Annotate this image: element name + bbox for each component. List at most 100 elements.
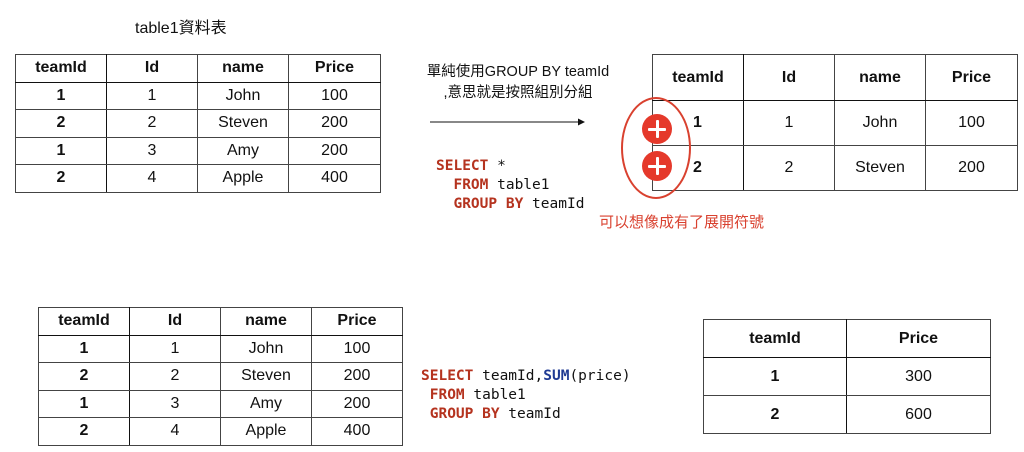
cell-id: 4 xyxy=(129,417,221,446)
code-line-from: FROM table1 xyxy=(436,176,584,195)
cell-teamid: 1 xyxy=(703,357,847,396)
code-line-group-by: GROUP BY teamId xyxy=(421,405,631,424)
sql-keyword: SELECT xyxy=(436,158,489,174)
sql-text: table1 xyxy=(488,177,550,193)
table-row: 1 3 Amy 200 xyxy=(15,136,381,165)
table-row: 1 3 Amy 200 xyxy=(38,389,403,418)
cell-price: 100 xyxy=(288,81,381,110)
cell-id: 2 xyxy=(743,145,835,191)
cell-price: 400 xyxy=(311,417,403,446)
header-id: Id xyxy=(106,54,198,83)
table-header-row: teamId Id name Price xyxy=(652,54,1018,101)
cell-price: 100 xyxy=(311,334,403,363)
cell-id: 3 xyxy=(106,136,198,165)
sql-text: teamId xyxy=(523,196,585,212)
cell-id: 2 xyxy=(106,109,198,138)
table-row: 2 4 Apple 400 xyxy=(15,164,381,193)
cell-teamid: 2 xyxy=(703,395,847,434)
cell-price: 200 xyxy=(311,362,403,391)
cell-teamid: 2 xyxy=(38,417,130,446)
table1-title: table1資料表 xyxy=(135,20,227,37)
note-line-2: ,意思就是按照組別分組 xyxy=(443,85,593,101)
table-row: 2 2 Steven 200 xyxy=(15,109,381,138)
cell-name: Apple xyxy=(220,417,312,446)
cell-price: 200 xyxy=(288,109,381,138)
cell-name: Amy xyxy=(220,389,312,418)
cell-teamid: 2 xyxy=(15,164,107,193)
header-name: name xyxy=(834,54,926,101)
arrow-icon xyxy=(430,118,585,126)
header-name: name xyxy=(197,54,289,83)
code-line-from: FROM table1 xyxy=(421,386,631,405)
cell-price: 200 xyxy=(925,145,1018,191)
header-id: Id xyxy=(743,54,835,101)
cell-price: 300 xyxy=(846,357,991,396)
sql-function: SUM xyxy=(543,368,570,384)
cell-name: Steven xyxy=(197,109,289,138)
table-header-row: teamId Id name Price xyxy=(15,54,381,83)
table-header-row: teamId Id name Price xyxy=(38,307,403,336)
header-price: Price xyxy=(846,319,991,358)
code-line-group-by: GROUP BY teamId xyxy=(436,195,584,214)
table-row: 2 4 Apple 400 xyxy=(38,417,403,446)
cell-teamid: 1 xyxy=(38,334,130,363)
note-line-1: 單純使用GROUP BY teamId xyxy=(426,64,610,80)
sql-text: * xyxy=(488,158,506,174)
sql-query-sum: SELECT teamId,SUM(price) FROM table1 GRO… xyxy=(421,348,631,443)
cell-teamid: 2 xyxy=(15,109,107,138)
header-name: name xyxy=(220,307,312,336)
cell-name: John xyxy=(197,81,289,110)
header-teamid: teamId xyxy=(652,54,744,101)
sql-keyword: GROUP BY xyxy=(429,406,500,422)
sql-keyword: SELECT xyxy=(421,368,474,384)
cell-name: Steven xyxy=(834,145,926,191)
source-table-top: teamId Id name Price 1 1 John 100 2 2 St… xyxy=(15,54,381,193)
cell-id: 2 xyxy=(129,362,221,391)
expand-plus-icon[interactable] xyxy=(642,151,672,181)
table-row: 1 1 John 100 xyxy=(652,100,1018,146)
expand-note: 可以想像成有了展開符號 xyxy=(599,214,765,231)
cell-teamid: 1 xyxy=(38,389,130,418)
header-price: Price xyxy=(311,307,403,336)
sql-keyword: GROUP BY xyxy=(453,196,524,212)
table-row: 2 2 Steven 200 xyxy=(652,145,1018,191)
cell-name: John xyxy=(834,100,926,146)
table-row: 1 300 xyxy=(703,357,991,396)
table-row: 2 600 xyxy=(703,395,991,434)
highlight-ellipse xyxy=(621,97,691,199)
cell-id: 4 xyxy=(106,164,198,193)
grouped-result-table: teamId Id name Price 1 1 John 100 2 2 St… xyxy=(652,54,1018,191)
sum-result-table: teamId Price 1 300 2 600 xyxy=(703,319,991,434)
cell-teamid: 1 xyxy=(15,136,107,165)
cell-teamid: 2 xyxy=(38,362,130,391)
group-by-note: 單純使用GROUP BY teamId ,意思就是按照組別分組 xyxy=(410,62,626,104)
cell-name: John xyxy=(220,334,312,363)
header-price: Price xyxy=(925,54,1018,101)
expand-plus-icon[interactable] xyxy=(642,114,672,144)
sql-text: teamId xyxy=(499,406,561,422)
cell-price: 100 xyxy=(925,100,1018,146)
table-row: 1 1 John 100 xyxy=(38,334,403,363)
table-row: 1 1 John 100 xyxy=(15,81,381,110)
header-id: Id xyxy=(129,307,221,336)
cell-id: 3 xyxy=(129,389,221,418)
header-teamid: teamId xyxy=(38,307,130,336)
sql-text: (price) xyxy=(569,368,631,384)
code-line-select: SELECT * xyxy=(436,157,584,176)
cell-name: Steven xyxy=(220,362,312,391)
cell-name: Apple xyxy=(197,164,289,193)
header-price: Price xyxy=(288,54,381,83)
cell-price: 400 xyxy=(288,164,381,193)
header-teamid: teamId xyxy=(15,54,107,83)
sql-text: teamId, xyxy=(473,368,544,384)
table-header-row: teamId Price xyxy=(703,319,991,358)
sql-text: table1 xyxy=(464,387,526,403)
code-line-select: SELECT teamId,SUM(price) xyxy=(421,367,631,386)
table-row: 2 2 Steven 200 xyxy=(38,362,403,391)
cell-price: 200 xyxy=(311,389,403,418)
cell-id: 1 xyxy=(106,81,198,110)
header-teamid: teamId xyxy=(703,319,847,358)
sql-query-group-by: SELECT * FROM table1 GROUP BY teamId xyxy=(436,138,584,233)
source-table-bottom: teamId Id name Price 1 1 John 100 2 2 St… xyxy=(38,307,403,446)
cell-price: 600 xyxy=(846,395,991,434)
